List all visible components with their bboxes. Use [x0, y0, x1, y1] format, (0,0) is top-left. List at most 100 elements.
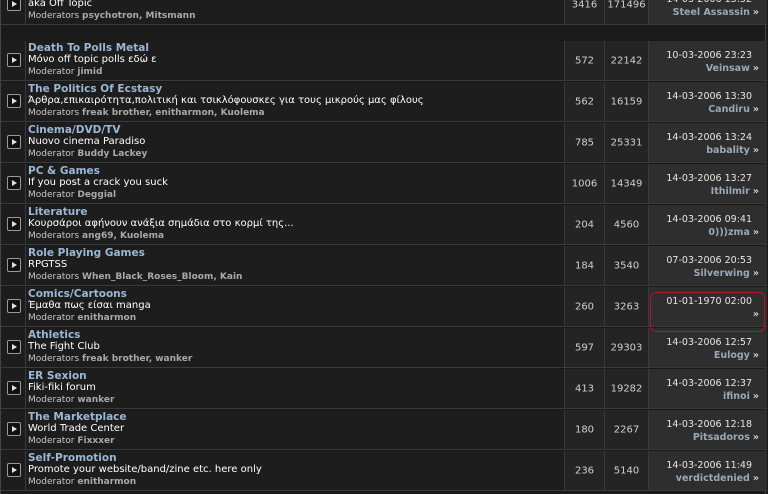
right-triangle-icon[interactable]	[7, 216, 21, 231]
forum-row[interactable]: ER Sexion Fiki-fiki forum Moderator wanker…	[1, 369, 767, 409]
right-triangle-icon[interactable]	[7, 298, 21, 313]
right-triangle-icon[interactable]	[7, 257, 21, 272]
last-post-cell: 14-03-2006 12:57 Eulogy»	[648, 328, 767, 367]
forum-title-link[interactable]: ER Sexion	[28, 370, 87, 382]
forum-info-cell: Death To Polls Metal Μόνο off topic polls…	[26, 41, 564, 80]
go-to-last-post-icon[interactable]: »	[753, 309, 759, 320]
last-post-user[interactable]: ifinoi	[723, 391, 750, 402]
forum-title-link[interactable]: Athletics	[28, 329, 80, 341]
right-triangle-icon[interactable]	[7, 339, 21, 354]
right-triangle-icon[interactable]	[7, 175, 21, 190]
right-triangle-icon[interactable]	[7, 462, 21, 477]
go-to-last-post-icon[interactable]: »	[753, 473, 759, 484]
topics-count-cell: 180	[564, 410, 604, 449]
last-post-user[interactable]: Pitsadoros	[693, 432, 750, 443]
forum-row[interactable]: Cinema/DVD/TV Nuovo cinema Paradiso Modera…	[1, 123, 767, 163]
moderator-links[interactable]: Fixxxer	[77, 436, 114, 446]
moderator-label: Moderators	[28, 108, 80, 118]
last-post-author[interactable]: Silverwing»	[694, 268, 759, 279]
forum-row[interactable]: Death To Polls Metal Μόνο off topic polls…	[1, 41, 767, 81]
last-post-author[interactable]: 0)))zma »	[708, 227, 759, 238]
right-triangle-icon[interactable]	[7, 134, 21, 149]
topics-count: 260	[574, 301, 595, 312]
last-post-author[interactable]: Eulogy»	[714, 350, 759, 361]
forum-row[interactable]: The Politics Of Ecstasy Άρθρα,επικαιρότητ…	[1, 82, 767, 122]
right-triangle-icon[interactable]	[7, 93, 21, 108]
moderator-links[interactable]: When_Black_Roses_Bloom, Kain	[82, 272, 242, 282]
forum-title-link[interactable]: Death To Polls Metal	[28, 42, 149, 54]
topics-count: 236	[574, 465, 595, 476]
moderator-links[interactable]: ang69, Kuolema	[82, 231, 164, 241]
right-triangle-icon[interactable]	[7, 421, 21, 436]
go-to-last-post-icon[interactable]: »	[753, 432, 759, 443]
last-post-user[interactable]: verdictdenied	[676, 473, 750, 484]
moderator-links[interactable]: Buddy Lackey	[77, 149, 147, 159]
forum-row[interactable]: General Discussionaka Off TopicModerator…	[1, 0, 767, 25]
last-post-author[interactable]: »	[750, 309, 759, 320]
forum-title-link[interactable]: Comics/Cartoons	[28, 288, 127, 300]
forum-row[interactable]: Role Playing Games RPGTSS Moderators When_…	[1, 246, 767, 286]
forum-description: Nuovo cinema Paradiso	[28, 136, 146, 147]
moderator-links[interactable]: freak brother, enitharmon, Kuolema	[82, 108, 265, 118]
go-to-last-post-icon[interactable]: »	[753, 145, 759, 156]
forum-title-link[interactable]: The Politics Of Ecstasy	[28, 83, 162, 95]
forum-row[interactable]: Self-Promotion Promote your website/band/…	[1, 451, 767, 491]
forum-title-link[interactable]: Cinema/DVD/TV	[28, 124, 120, 136]
go-to-last-post-icon[interactable]: »	[753, 391, 759, 402]
last-post-author[interactable]: Ithilmir»	[711, 186, 759, 197]
last-post-author[interactable]: Candiru»	[708, 104, 759, 115]
topics-count: 204	[574, 219, 595, 230]
forum-moderators: Moderators psychotron, Mitsmann	[28, 11, 196, 21]
moderator-links[interactable]: wanker	[77, 395, 114, 405]
moderator-links[interactable]: freak brother, wanker	[82, 354, 192, 364]
right-triangle-icon[interactable]	[7, 380, 21, 395]
forum-title-link[interactable]: Self-Promotion	[28, 452, 117, 464]
forum-title-link[interactable]: PC & Games	[28, 165, 100, 177]
moderator-links[interactable]: psychotron, Mitsmann	[82, 11, 195, 21]
last-post-author[interactable]: Pitsadoros»	[693, 432, 759, 443]
moderator-links[interactable]: enitharmon	[77, 313, 136, 323]
last-post-user[interactable]: Veinsaw	[706, 63, 750, 74]
forum-row[interactable]: Literature Κουρσάροι αφήνουν ανάξια σημάδ…	[1, 205, 767, 245]
right-triangle-icon[interactable]	[7, 52, 21, 67]
go-to-last-post-icon[interactable]: »	[753, 268, 759, 279]
last-post-author[interactable]: Steel Assassin»	[673, 7, 759, 18]
forum-title-link[interactable]: The Marketplace	[28, 411, 127, 423]
posts-count-cell: 22142	[604, 41, 648, 80]
forum-description: If you post a crack you suck	[28, 177, 168, 188]
last-post-user[interactable]: Eulogy	[714, 350, 750, 361]
go-to-last-post-icon[interactable]: »	[753, 7, 759, 18]
last-post-user[interactable]: Silverwing	[694, 268, 750, 279]
forum-row[interactable]: PC & Games If you post a crack you suck Mo…	[1, 164, 767, 204]
last-post-author[interactable]: Veinsaw»	[706, 63, 759, 74]
topics-count: 572	[574, 55, 595, 66]
right-triangle-icon[interactable]	[7, 0, 21, 11]
forum-icon-cell	[1, 369, 26, 408]
go-to-last-post-icon[interactable]: »	[753, 63, 759, 74]
last-post-user[interactable]: Steel Assassin	[673, 7, 750, 18]
forum-row[interactable]: The Marketplace World Trade Center Moderat…	[1, 410, 767, 450]
moderator-links[interactable]: jimid	[77, 67, 102, 77]
go-to-last-post-icon[interactable]: »	[753, 186, 759, 197]
forum-description: Promote your website/band/zine etc. here…	[28, 464, 262, 475]
last-post-author[interactable]: verdictdenied»	[676, 473, 759, 484]
go-to-last-post-icon[interactable]: »	[753, 350, 759, 361]
forum-row[interactable]: Athletics The Fight Club Moderators freak …	[1, 328, 767, 368]
forum-row[interactable]: Comics/Cartoons Έμαθα πως είσαι manga Mode…	[1, 287, 767, 327]
go-to-last-post-icon[interactable]: »	[753, 104, 759, 115]
forum-title-link[interactable]: Literature	[28, 206, 88, 218]
forum-title-link[interactable]: Role Playing Games	[28, 247, 145, 259]
last-post-user[interactable]: 0)))zma	[708, 227, 749, 238]
forum-moderators: Moderators freak brother, enitharmon, Ku…	[28, 108, 265, 118]
last-post-user[interactable]: Ithilmir	[711, 186, 750, 197]
forum-moderators: Moderators ang69, Kuolema	[28, 231, 164, 241]
last-post-user[interactable]: Candiru	[708, 104, 750, 115]
last-post-author[interactable]: babality»	[706, 145, 759, 156]
last-post-date: 14-03-2006 12:37	[666, 378, 752, 389]
last-post-author[interactable]: ifinoi»	[723, 391, 759, 402]
go-to-last-post-icon[interactable]: »	[753, 227, 759, 238]
posts-count-cell: 3263	[604, 287, 648, 326]
moderator-links[interactable]: Deggial	[77, 190, 116, 200]
last-post-user[interactable]: babality	[706, 145, 750, 156]
moderator-links[interactable]: enitharmon	[77, 477, 136, 487]
